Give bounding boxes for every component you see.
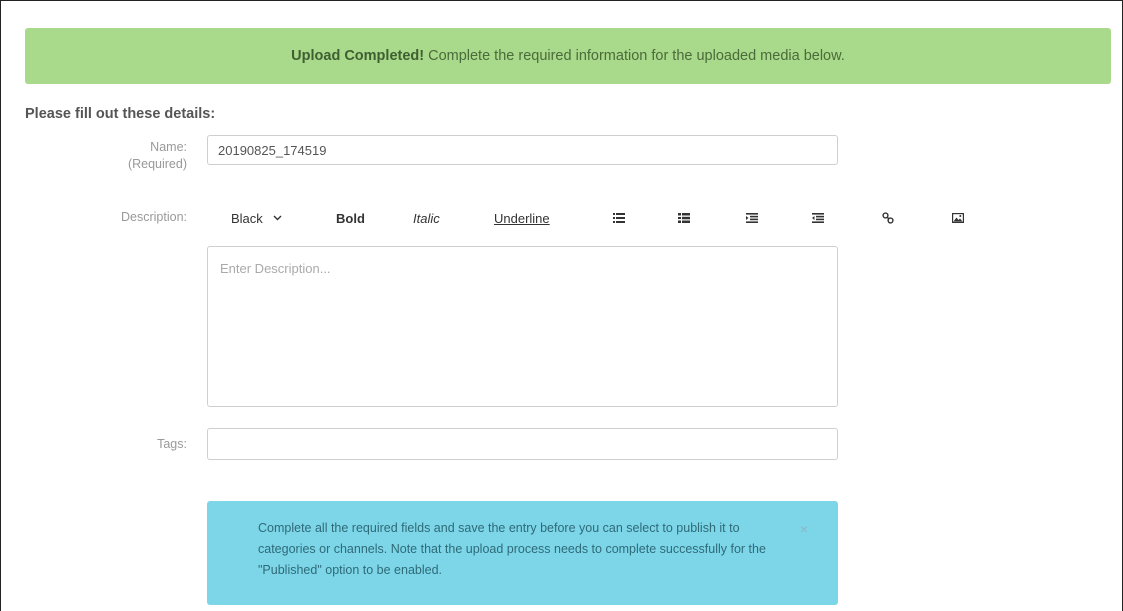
indent-icon[interactable] — [808, 204, 828, 232]
banner-title: Upload Completed! — [291, 48, 425, 64]
description-toolbar: Black Bold Italic Underline — [207, 204, 1007, 232]
link-icon[interactable] — [878, 204, 898, 232]
name-label-group: Name: (Required) — [111, 139, 187, 173]
unordered-list-icon[interactable] — [609, 204, 629, 232]
name-required-label: (Required) — [127, 157, 187, 171]
upload-page: Upload Completed! Complete the required … — [0, 0, 1123, 611]
italic-button[interactable]: Italic — [413, 204, 440, 232]
alert-text: Complete all the required fields and sav… — [258, 521, 766, 577]
description-textarea[interactable] — [207, 246, 838, 407]
name-input[interactable] — [207, 135, 838, 165]
tags-input[interactable] — [207, 428, 838, 460]
image-icon[interactable] — [948, 204, 968, 232]
banner-text: Complete the required information for th… — [428, 48, 845, 64]
close-icon[interactable]: × — [800, 519, 808, 540]
underline-button[interactable]: Underline — [494, 204, 550, 232]
chevron-down-icon — [273, 215, 282, 221]
tags-label: Tags: — [157, 437, 187, 451]
name-label: Name: — [150, 140, 187, 154]
text-color-dropdown[interactable]: Black — [231, 204, 282, 232]
ordered-list-icon[interactable] — [674, 204, 694, 232]
description-label: Description: — [121, 210, 187, 224]
outdent-icon[interactable] — [742, 204, 762, 232]
bold-button[interactable]: Bold — [336, 204, 365, 232]
publish-info-alert: Complete all the required fields and sav… — [207, 501, 838, 605]
section-title: Please fill out these details: — [25, 106, 216, 122]
text-color-value: Black — [231, 210, 263, 226]
upload-success-banner: Upload Completed! Complete the required … — [25, 28, 1111, 84]
